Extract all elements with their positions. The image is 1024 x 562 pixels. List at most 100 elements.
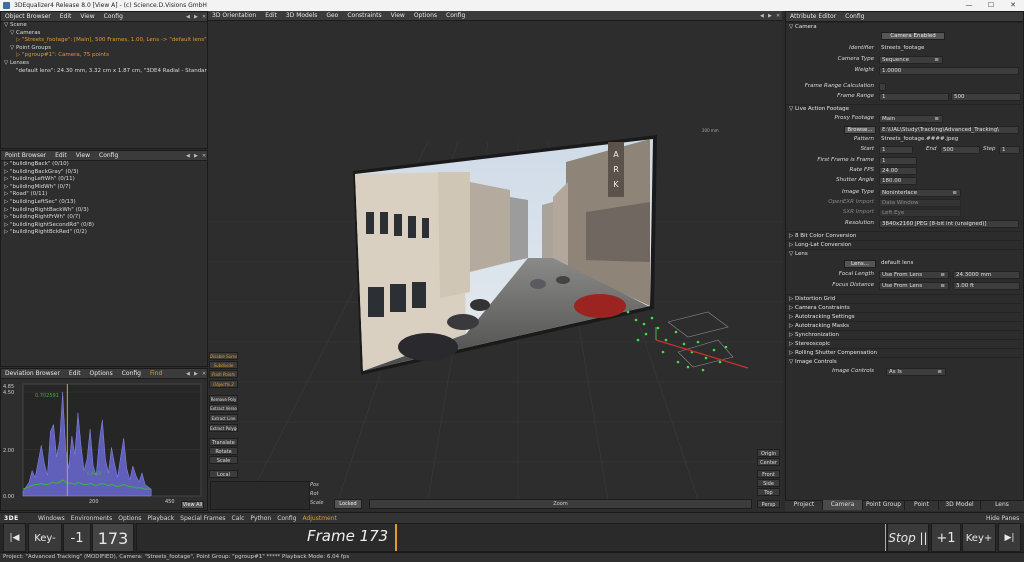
menu-config[interactable]: Config (122, 370, 141, 377)
focus-distance-field[interactable]: 3.00 ft (953, 281, 1020, 290)
panel-arrow-left-icon[interactable]: ◀ (760, 11, 764, 21)
menu-config[interactable]: Config (99, 152, 118, 159)
menu-view[interactable]: View (80, 13, 94, 20)
long-lat-section[interactable]: ▷ Long-Lat Conversion (786, 240, 1022, 249)
transform-fields[interactable] (210, 481, 310, 510)
last-frame-button[interactable]: ▶| (998, 523, 1021, 552)
collapsed-section-header[interactable]: ▷ Autotracking Settings (786, 312, 1022, 321)
first-frame-field[interactable]: 1 (879, 156, 917, 165)
tree-item[interactable]: ▷ "Streets_footage": [Main], 500 Frames,… (4, 37, 207, 45)
panel-close-icon[interactable]: ✕ (202, 151, 206, 161)
main-menu-item[interactable]: Windows (38, 515, 65, 522)
tree-item[interactable]: ▷ "pgroup#1": Camera, 75 points (4, 52, 207, 60)
frame-range-from[interactable]: 1 (879, 92, 949, 101)
tree-item[interactable]: ▽ Lenses (4, 60, 207, 68)
point-group-item[interactable]: ▷ "buildingLeftWh" (0/11) (4, 176, 207, 184)
main-menu-item[interactable]: Special Frames (180, 515, 225, 522)
minimize-button[interactable]: — (958, 0, 980, 11)
image-controls-dropdown[interactable]: As Is ≡ (886, 367, 946, 376)
panel-close-icon[interactable]: ✕ (202, 369, 206, 379)
color-conversion-section[interactable]: ▷ 8 Bit Color Conversion (786, 231, 1022, 240)
identifier-field[interactable]: Streets_footage (879, 45, 959, 53)
stop-button[interactable]: Stop || (887, 523, 929, 552)
step-field[interactable]: 1 (999, 145, 1020, 154)
tab-point[interactable]: Point (905, 500, 939, 510)
menu-geo[interactable]: Geo (326, 12, 338, 19)
camera-section-header[interactable]: ▽ Camera (786, 22, 1022, 31)
collapsed-section-header[interactable]: ▷ Synchronization (786, 330, 1022, 339)
point-group-item[interactable]: ▷ "buildingLeftSec" (0/13) (4, 199, 207, 207)
scale-button[interactable]: Scale (209, 456, 238, 464)
tool-button[interactable]: Push Points (209, 370, 238, 378)
frame-range-calc-checkbox[interactable] (879, 82, 886, 91)
panel-arrow-right-icon[interactable]: ▶ (194, 369, 198, 379)
timeline-scrubber[interactable]: Frame 173 (136, 523, 886, 552)
local-button[interactable]: Local (209, 470, 238, 478)
image-controls-section-header[interactable]: ▽ Image Controls (786, 357, 1022, 366)
menu-edit[interactable]: Edit (265, 12, 277, 19)
point-group-item[interactable]: ▷ "buildingRightFrWh" (0/7) (4, 214, 207, 222)
point-group-item[interactable]: ▷ "buildingRightBckRed" (0/2) (4, 229, 207, 237)
rate-field[interactable]: 24.00 (879, 166, 917, 175)
front-button[interactable]: Front (757, 470, 780, 478)
tool-button[interactable]: Extract Line (209, 414, 238, 422)
tool-button[interactable]: Subdivide (209, 361, 238, 369)
translate-button[interactable]: Translate (209, 438, 238, 446)
minus-one-button[interactable]: -1 (63, 523, 91, 552)
key-prev-button[interactable]: Key- (28, 523, 62, 552)
frame-range-to[interactable]: 500 (951, 92, 1021, 101)
menu-options[interactable]: Options (414, 12, 437, 19)
main-menu-item[interactable]: Adjustment (302, 515, 336, 522)
center-button[interactable]: Center (757, 458, 780, 466)
menu-edit[interactable]: Edit (69, 370, 81, 377)
panel-arrow-left-icon[interactable]: ◀ (186, 151, 190, 161)
panel-close-icon[interactable]: ✕ (776, 11, 780, 21)
side-button[interactable]: Side (757, 479, 780, 487)
deviation-browser-title[interactable]: Deviation Browser (5, 370, 60, 377)
rotate-button[interactable]: Rotate (209, 447, 238, 455)
weight-field[interactable]: 1.0000 (879, 66, 1019, 75)
tab-point-group[interactable]: Point Group (863, 500, 905, 510)
menu-3d-models[interactable]: 3D Models (286, 12, 318, 19)
menu-edit[interactable]: Edit (60, 13, 72, 20)
tool-button[interactable]: Remove Poly (209, 395, 238, 403)
tree-item[interactable]: ▽ Scene (4, 22, 207, 30)
zoom-slider[interactable]: Zoom (369, 499, 752, 509)
panel-arrow-right-icon[interactable]: ▶ (194, 151, 198, 161)
tab-camera[interactable]: Camera (823, 500, 863, 510)
close-button[interactable]: ✕ (1002, 0, 1024, 11)
plus-one-button[interactable]: +1 (931, 523, 961, 552)
panel-arrow-left-icon[interactable]: ◀ (186, 369, 190, 379)
deviation-chart[interactable]: 4.854.502.000.000.7025910.4418200 450 (1, 380, 207, 511)
point-group-item[interactable]: ▷ "buildingRightBackWh" (0/3) (4, 207, 207, 215)
3d-viewport[interactable]: A R K 200 mm (208, 22, 782, 500)
persp-button[interactable]: Persp (757, 500, 780, 508)
main-menu-item[interactable]: Options (118, 515, 141, 522)
openexr-dropdown[interactable]: Data Window (879, 198, 961, 207)
tab-lens[interactable]: Lens (981, 500, 1023, 510)
lens-section-header[interactable]: ▽ Lens (786, 249, 1022, 258)
sxr-dropdown[interactable]: Left Eye (879, 208, 961, 217)
collapsed-section-header[interactable]: ▷ Camera Constraints (786, 303, 1022, 312)
orientation-title[interactable]: 3D Orientation (212, 12, 256, 19)
camera-type-dropdown[interactable]: Sequence ≡ (879, 55, 943, 64)
main-menu-item[interactable]: Playback (147, 515, 174, 522)
point-group-item[interactable]: ▷ "buildingMidWh" (0/7) (4, 184, 207, 192)
tree-item[interactable]: ▽ Cameras (4, 30, 207, 38)
menu-config[interactable]: Config (446, 12, 465, 19)
image-type-dropdown[interactable]: Noninterlace ≡ (879, 188, 961, 197)
view-all-button[interactable]: View All (181, 501, 204, 509)
menu-view[interactable]: View (76, 152, 90, 159)
menu-find[interactable]: Find (150, 370, 162, 377)
focus-distance-mode-dropdown[interactable]: Use From Lens ≡ (879, 281, 949, 290)
panel-arrow-right-icon[interactable]: ▶ (768, 11, 772, 21)
attribute-editor-title[interactable]: Attribute Editor (790, 13, 836, 20)
tab-3d-model[interactable]: 3D Model (939, 500, 981, 510)
tree-item[interactable]: "default lens": 24.30 mm, 3.32 cm x 1.87… (4, 68, 207, 76)
collapsed-section-header[interactable]: ▷ Autotracking Masks (786, 321, 1022, 330)
first-frame-button[interactable]: |◀ (3, 523, 26, 552)
menu-config[interactable]: Config (845, 13, 864, 20)
point-browser-title[interactable]: Point Browser (5, 152, 46, 159)
key-next-button[interactable]: Key+ (962, 523, 996, 552)
live-action-section-header[interactable]: ▽ Live Action Footage (786, 104, 1022, 113)
